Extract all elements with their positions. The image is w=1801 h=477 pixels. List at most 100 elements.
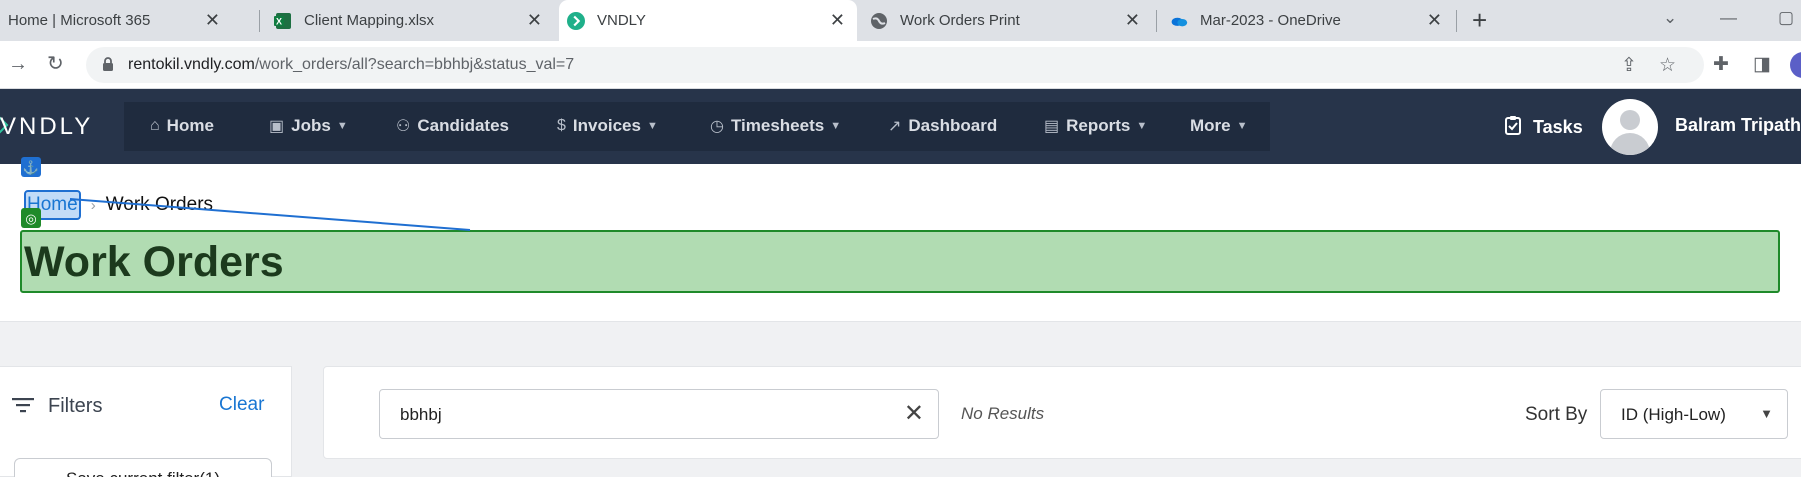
- side-panel-icon[interactable]: ◨: [1753, 53, 1771, 76]
- person-icon: ⚇: [396, 118, 411, 135]
- tasks-button[interactable]: Tasks: [1505, 115, 1583, 140]
- filters-title: Filters: [48, 394, 103, 417]
- tasks-label: Tasks: [1533, 117, 1583, 137]
- close-icon[interactable]: ✕: [1427, 11, 1442, 29]
- document-icon: ▤: [1044, 118, 1060, 135]
- target-icon: ◎: [21, 208, 41, 228]
- page-title: Work Orders: [24, 238, 284, 286]
- tab-search-icon[interactable]: ⌄: [1663, 8, 1677, 28]
- filter-icon: [12, 393, 34, 419]
- chevron-down-icon: ▼: [336, 120, 348, 132]
- menu-item-candidates[interactable]: ⚇ Candidates: [396, 116, 509, 136]
- close-icon[interactable]: ✕: [205, 11, 220, 29]
- tab-divider: [1456, 10, 1457, 32]
- menu-item-jobs[interactable]: ▣ Jobs ▼: [269, 116, 348, 136]
- chevron-down-icon: ▼: [830, 120, 842, 132]
- vndly-icon: [567, 11, 585, 30]
- url-path: /work_orders/all?search=bbhbj&status_val…: [254, 56, 575, 73]
- breadcrumb: Home › Work Orders: [24, 190, 213, 220]
- menu-item-label: Home: [166, 116, 214, 135]
- tab-divider: [1156, 10, 1157, 32]
- url-host: rentokil.vndly.com: [128, 56, 255, 73]
- tab-title: Client Mapping.xlsx: [304, 12, 435, 29]
- chevron-down-icon: ▼: [1136, 120, 1148, 132]
- clear-filters-link[interactable]: Clear: [219, 394, 264, 416]
- minimize-icon[interactable]: —: [1720, 8, 1737, 28]
- restore-icon[interactable]: ▢: [1778, 8, 1794, 28]
- page-title-highlight: Work Orders: [20, 230, 1780, 293]
- browser-profile-avatar[interactable]: [1790, 52, 1801, 78]
- briefcase-icon: ▣: [269, 118, 285, 135]
- menu-item-reports[interactable]: ▤ Reports ▼: [1044, 116, 1147, 136]
- menu-item-home[interactable]: ⌂ Home: [150, 116, 214, 136]
- filters-panel: Filters Clear Save current filter(1): [0, 366, 292, 477]
- sort-selected-value: ID (High-Low): [1621, 405, 1726, 424]
- sort-select[interactable]: ID (High-Low) ▼: [1600, 389, 1788, 439]
- tab-title: Home | Microsoft 365: [8, 12, 151, 29]
- extensions-icon[interactable]: ✚: [1713, 53, 1729, 76]
- save-filter-button[interactable]: Save current filter(1): [14, 458, 272, 477]
- menu-item-label: Dashboard: [908, 116, 998, 135]
- forward-icon[interactable]: →: [8, 53, 28, 75]
- onedrive-icon: [1170, 12, 1188, 30]
- menu-item-invoices[interactable]: $ Invoices ▼: [557, 116, 658, 136]
- close-icon[interactable]: ✕: [1125, 11, 1140, 29]
- tab-title: VNDLY: [597, 12, 646, 29]
- app-navbar: VNDLY ⌂ Home ▣ Jobs ▼ ⚇ Candidates $ Inv…: [0, 89, 1801, 164]
- url-text: rentokil.vndly.com/work_orders/all?searc…: [128, 56, 574, 74]
- main-menu: ⌂ Home ▣ Jobs ▼ ⚇ Candidates $ Invoices …: [124, 102, 1270, 151]
- tab-title: Work Orders Print: [900, 12, 1020, 29]
- close-icon[interactable]: ✕: [527, 11, 542, 29]
- home-icon: ⌂: [150, 117, 160, 134]
- search-input-value: bbhbj: [400, 405, 442, 424]
- menu-item-timesheets[interactable]: ◷ Timesheets ▼: [710, 116, 841, 136]
- bookmark-star-icon[interactable]: ☆: [1659, 54, 1676, 77]
- app-logo[interactable]: VNDLY: [0, 113, 93, 141]
- browser-tab[interactable]: Mar-2023 - OneDrive ✕: [1162, 0, 1454, 41]
- chart-icon: ↗: [888, 118, 902, 135]
- page-header: Home › Work Orders ⚓ Work Orders ◎: [0, 157, 1801, 322]
- breadcrumb-current: Work Orders: [105, 194, 214, 215]
- browser-tab-strip: Home | Microsoft 365 ✕ X Client Mapping.…: [0, 0, 1801, 41]
- tab-divider: [259, 10, 260, 32]
- tab-title: Mar-2023 - OneDrive: [1200, 12, 1341, 29]
- avatar-body: [1610, 133, 1650, 155]
- menu-item-label: Jobs: [291, 116, 331, 135]
- menu-item-more[interactable]: More ▼: [1190, 116, 1248, 136]
- dollar-icon: $: [557, 117, 566, 134]
- menu-item-label: Reports: [1066, 116, 1131, 135]
- filters-header: Filters: [12, 393, 102, 419]
- chevron-down-icon: ▼: [1236, 120, 1248, 132]
- menu-item-dashboard[interactable]: ↗ Dashboard: [888, 116, 997, 136]
- sort-label: Sort By: [1525, 404, 1588, 425]
- close-icon[interactable]: ✕: [904, 400, 924, 428]
- excel-icon: X: [274, 12, 292, 30]
- share-icon[interactable]: ⇪: [1621, 54, 1637, 77]
- new-tab-icon[interactable]: +: [1472, 6, 1487, 34]
- globe-icon: [870, 12, 888, 30]
- reload-icon[interactable]: ↻: [47, 53, 64, 75]
- clipboard-check-icon: [1505, 115, 1521, 140]
- chevron-down-icon: ▼: [646, 120, 658, 132]
- browser-tab[interactable]: X Client Mapping.xlsx ✕: [266, 0, 554, 41]
- menu-item-label: Candidates: [417, 116, 509, 135]
- browser-tab[interactable]: Work Orders Print ✕: [862, 0, 1152, 41]
- svg-text:X: X: [276, 16, 282, 26]
- browser-tab[interactable]: Home | Microsoft 365 ✕: [0, 0, 232, 41]
- search-input[interactable]: bbhbj ✕: [379, 389, 939, 439]
- user-avatar[interactable]: [1602, 99, 1658, 155]
- results-status: No Results: [961, 404, 1045, 423]
- clock-icon: ◷: [710, 118, 724, 135]
- menu-item-label: Invoices: [572, 116, 641, 135]
- menu-item-label: Timesheets: [730, 116, 825, 135]
- anchor-icon: ⚓: [21, 157, 41, 177]
- close-icon[interactable]: ✕: [830, 11, 845, 29]
- address-bar[interactable]: rentokil.vndly.com/work_orders/all?searc…: [86, 47, 1704, 83]
- chevron-down-icon: ▼: [1760, 406, 1773, 421]
- chevron-right-icon: ›: [90, 196, 96, 214]
- avatar-head: [1620, 110, 1640, 130]
- menu-item-label: More: [1190, 116, 1231, 135]
- browser-toolbar: → ↻ rentokil.vndly.com/work_orders/all?s…: [0, 41, 1801, 89]
- user-name[interactable]: Balram Tripathi: [1675, 115, 1801, 136]
- browser-tab-active[interactable]: VNDLY ✕: [559, 0, 857, 41]
